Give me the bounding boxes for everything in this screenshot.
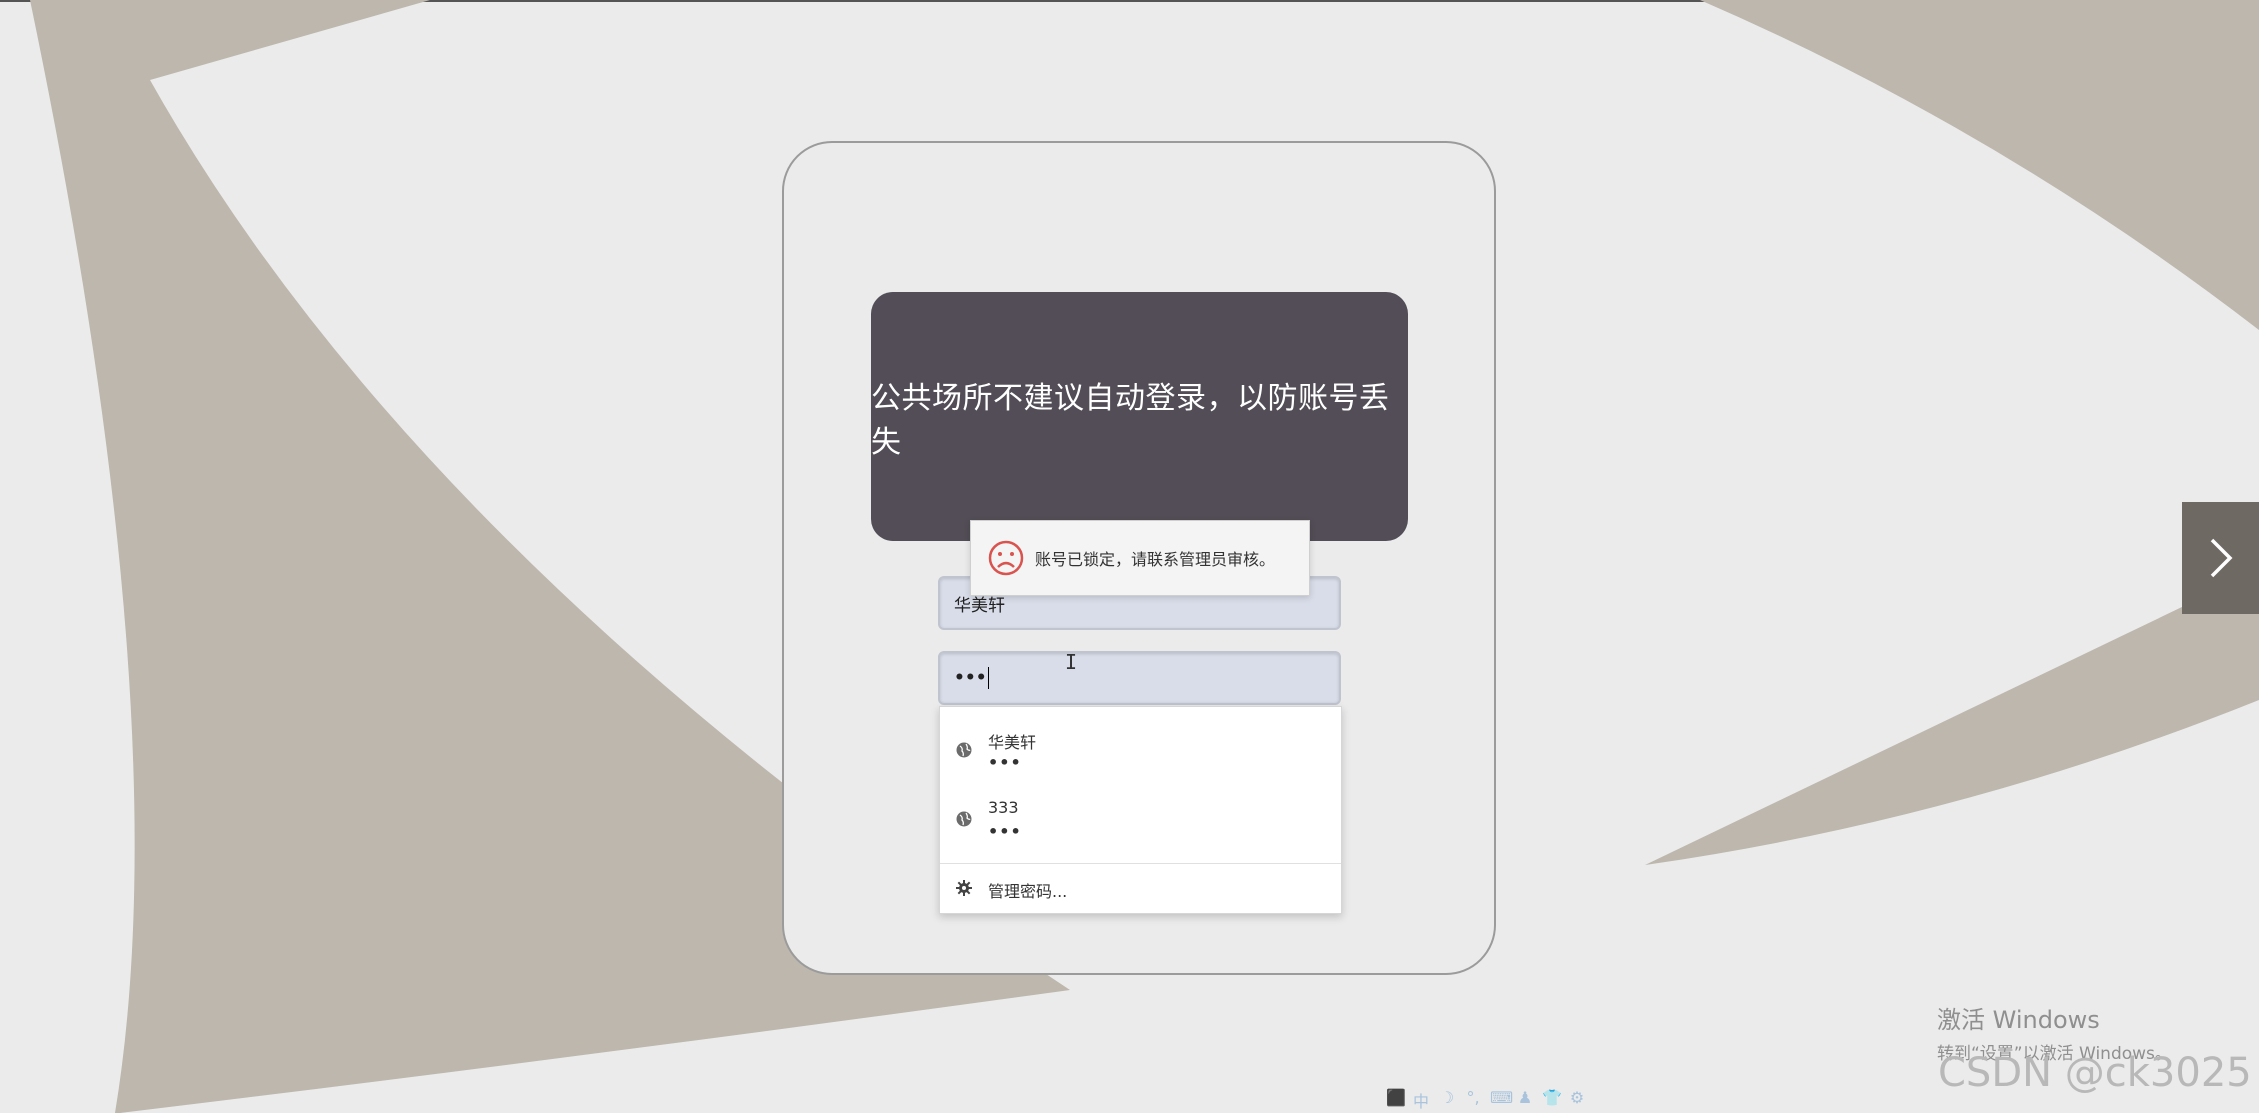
login-page: 公共场所不建议自动登录，以防账号丢失 华美轩 ••• I 账号已锁定，请联系管理… (0, 0, 2259, 1113)
gear-icon (956, 880, 972, 896)
manage-passwords-item[interactable]: 管理密码... (940, 864, 1341, 912)
security-notice-banner: 公共场所不建议自动登录，以防账号丢失 (871, 292, 1408, 541)
password-autofill-dropdown: 华美轩 ••• 333 ••• 管理密码... (939, 706, 1342, 914)
autofill-username: 333 (988, 798, 1019, 817)
password-input[interactable]: ••• (938, 651, 1341, 705)
autofill-password-mask: ••• (988, 753, 1022, 772)
toast-message: 账号已锁定，请联系管理员审核。 (1035, 550, 1276, 569)
ime-item[interactable]: 👕 (1542, 1088, 1562, 1112)
ime-item[interactable]: ☽ (1438, 1088, 1456, 1112)
password-value: ••• (954, 668, 987, 688)
error-toast: 账号已锁定，请联系管理员审核。 (970, 520, 1310, 596)
ime-item[interactable]: ⚙ (1568, 1088, 1586, 1112)
csdn-watermark: CSDN @ck3025 (1938, 1050, 2252, 1096)
ibeam-cursor-icon: I (1065, 650, 1078, 674)
ime-item[interactable]: ⌨ (1490, 1088, 1513, 1112)
text-caret (987, 667, 989, 689)
autofill-password-mask: ••• (988, 822, 1022, 841)
ime-toolbar: ⬛ 中 ☽ °, ⌨ ♟ 👕 ⚙ (1386, 1088, 1586, 1112)
sad-face-icon (988, 540, 1024, 576)
globe-icon (956, 742, 972, 758)
ime-item[interactable]: ♟ (1516, 1088, 1534, 1112)
ime-logo-icon[interactable]: ⬛ (1386, 1088, 1406, 1112)
next-slide-button[interactable] (2182, 502, 2259, 614)
ime-item[interactable]: 中 (1412, 1088, 1430, 1112)
ime-item[interactable]: °, (1464, 1088, 1482, 1112)
autofill-username: 华美轩 (988, 733, 1037, 752)
chevron-right-icon (2210, 538, 2232, 578)
autofill-entry[interactable]: 333 ••• (940, 786, 1341, 854)
globe-icon (956, 811, 972, 827)
manage-passwords-label: 管理密码... (988, 882, 1068, 901)
activation-title: 激活 Windows (1937, 1006, 2100, 1034)
autofill-entry[interactable]: 华美轩 ••• (940, 717, 1341, 785)
banner-text: 公共场所不建议自动登录，以防账号丢失 (871, 380, 1390, 460)
